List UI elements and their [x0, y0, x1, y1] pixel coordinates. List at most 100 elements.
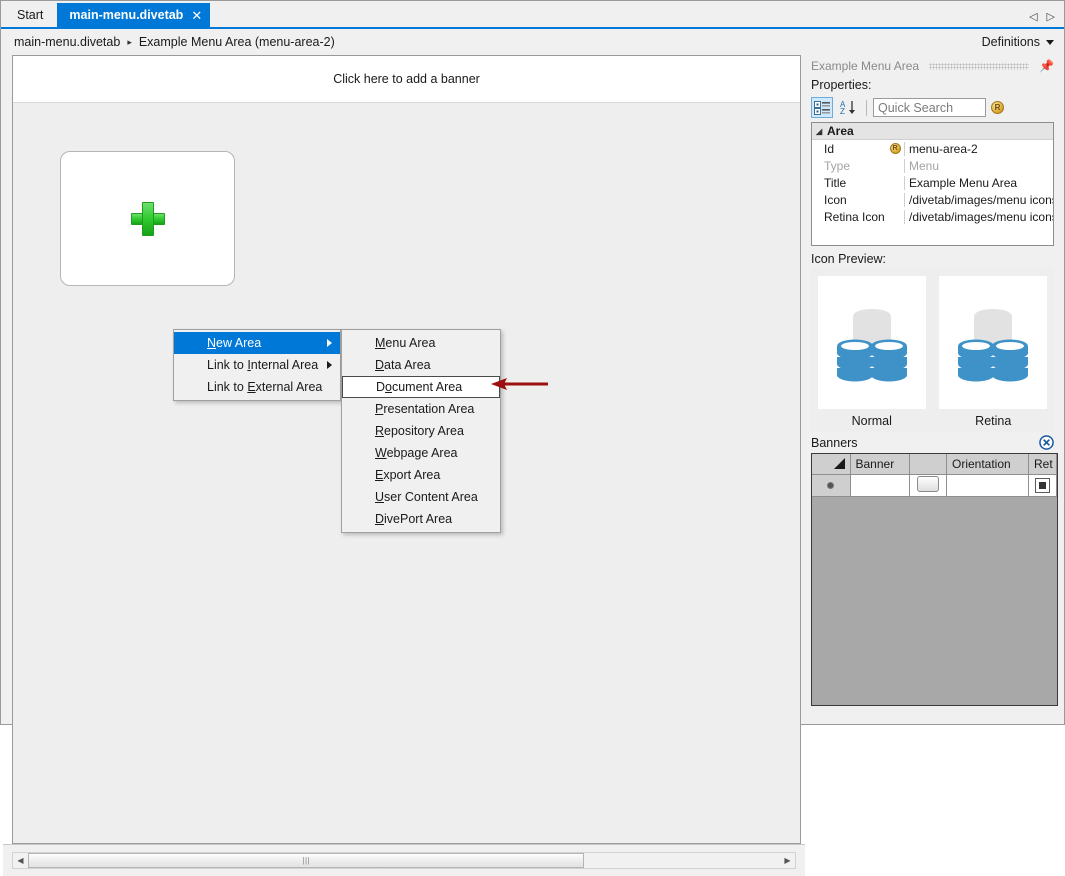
submenu-item-user-content-area-label: User Content Area [375, 486, 478, 508]
submenu-item-webpage-area[interactable]: Webpage Area [342, 442, 500, 464]
banners-header: Banners [805, 432, 1060, 453]
chevron-right-icon [327, 339, 332, 347]
context-menu-item-link-internal[interactable]: Link to Internal Area [174, 354, 340, 376]
icon-preview-label: Icon Preview: [805, 246, 1060, 268]
breadcrumb-root[interactable]: main-menu.divetab [14, 35, 120, 49]
banners-col-banner[interactable]: Banner [850, 454, 910, 474]
breadcrumb-current[interactable]: Example Menu Area (menu-area-2) [139, 35, 335, 49]
panel-drag-handle[interactable] [929, 63, 1029, 70]
tab-start-label: Start [17, 8, 43, 22]
banners-col-retina[interactable]: Ret [1029, 454, 1057, 474]
categorize-icon[interactable] [811, 97, 833, 118]
properties-side-panel: Example Menu Area 📌 Properties: [805, 55, 1062, 722]
banners-table: Banner Orientation Ret [811, 453, 1058, 706]
collapse-triangle-icon[interactable]: ◢ [816, 127, 825, 136]
chevron-right-icon [327, 361, 332, 369]
scroll-thumb[interactable]: ||| [28, 853, 584, 868]
banner-drop-zone[interactable]: Click here to add a banner [13, 56, 800, 103]
banner-placeholder-label: Click here to add a banner [333, 72, 480, 86]
icon-preview-box: Normal [811, 268, 1054, 432]
submenu-item-export-area-label: Export Area [375, 464, 440, 486]
tab-main-menu-divetab-label: main-menu.divetab [69, 3, 183, 27]
submenu-item-user-content-area[interactable]: User Content Area [342, 486, 500, 508]
database-stack-icon [939, 276, 1047, 409]
select-all-triangle-icon[interactable] [834, 458, 845, 469]
submenu-item-diveport-area-label: DivePort Area [375, 508, 452, 530]
icon-preview-retina: Retina [939, 276, 1047, 428]
banner-value-cell[interactable] [850, 474, 910, 496]
sort-alphabetical-icon[interactable]: A Z [838, 97, 860, 118]
property-row-retina-icon[interactable]: Retina Icon /divetab/images/menu icons/1… [812, 208, 1053, 225]
close-icon[interactable]: ✕ [191, 9, 202, 22]
context-menu-item-new-area[interactable]: New Area [174, 332, 340, 354]
table-row[interactable] [812, 474, 1057, 496]
canvas-surface[interactable]: New Area Link to Internal Area Link to E… [13, 103, 800, 843]
submenu-item-export-area[interactable]: Export Area [342, 464, 500, 486]
panel-header: Example Menu Area 📌 [805, 55, 1060, 75]
id-badge-icon: R [890, 143, 901, 154]
chevron-left-icon[interactable]: ◁ [1029, 12, 1037, 23]
toolbar-divider [866, 100, 867, 116]
property-row-id[interactable]: Id R menu-area-2 [812, 140, 1053, 157]
property-group-label: Area [827, 124, 854, 138]
close-circle-icon[interactable] [1039, 435, 1054, 450]
submenu-item-diveport-area[interactable]: DivePort Area [342, 508, 500, 530]
add-area-tile[interactable] [60, 151, 235, 286]
table-empty-area [812, 496, 1057, 666]
property-group-area[interactable]: ◢ Area [812, 123, 1053, 140]
submenu-item-repository-area[interactable]: Repository Area [342, 420, 500, 442]
property-row-title[interactable]: Title Example Menu Area [812, 174, 1053, 191]
submenu-item-document-area-label: Document Area [376, 376, 462, 398]
context-menu: New Area Link to Internal Area Link to E… [173, 329, 341, 401]
context-menu-item-link-external[interactable]: Link to External Area [174, 376, 340, 398]
retina-checkbox[interactable] [1035, 478, 1050, 493]
horizontal-scroll-zone: ◀ ||| ▶ [3, 844, 805, 876]
property-name-type: Type [812, 159, 886, 173]
property-value-title[interactable]: Example Menu Area [904, 176, 1053, 190]
property-name-id: Id [812, 142, 886, 156]
submenu-item-data-area-label: Data Area [375, 354, 431, 376]
search-input[interactable] [873, 98, 986, 117]
tab-start[interactable]: Start [1, 3, 57, 27]
submenu-item-document-area[interactable]: Document Area [342, 376, 500, 398]
tab-main-menu-divetab[interactable]: main-menu.divetab ✕ [57, 3, 210, 27]
chevron-right-icon[interactable]: ▷ [1047, 12, 1055, 23]
scroll-left-icon[interactable]: ◀ [13, 856, 28, 865]
design-canvas-panel: Click here to add a banner New Area [12, 55, 801, 844]
scroll-track[interactable]: ||| [28, 853, 780, 868]
properties-section-label: Properties: [805, 75, 1060, 95]
property-value-icon[interactable]: /divetab/images/menu icons/12.png [904, 193, 1053, 207]
scroll-right-icon[interactable]: ▶ [780, 856, 795, 865]
submenu-item-presentation-area-label: Presentation Area [375, 398, 474, 420]
banner-browse-cell[interactable] [910, 474, 947, 496]
help-badge-icon[interactable]: R [991, 101, 1004, 114]
submenu-item-data-area[interactable]: Data Area [342, 354, 500, 376]
definitions-label: Definitions [982, 35, 1040, 49]
property-value-retina-icon[interactable]: /divetab/images/menu icons/12.png [904, 210, 1053, 224]
submenu-item-menu-area[interactable]: Menu Area [342, 332, 500, 354]
browse-button[interactable] [917, 476, 939, 492]
context-menu-item-link-external-label: Link to External Area [207, 376, 322, 398]
banners-col-selector[interactable] [812, 454, 850, 474]
database-stack-icon [818, 276, 926, 409]
banners-table-header-row: Banner Orientation Ret [812, 454, 1057, 474]
property-row-icon[interactable]: Icon /divetab/images/menu icons/12.png [812, 191, 1053, 208]
submenu-item-presentation-area[interactable]: Presentation Area [342, 398, 500, 420]
row-selector-cell[interactable] [812, 474, 850, 496]
scroll-grip-icon: ||| [302, 856, 310, 865]
chevron-down-icon [1046, 40, 1054, 45]
panel-header-title: Example Menu Area [811, 59, 919, 73]
icon-preview-normal: Normal [818, 276, 926, 428]
property-name-icon: Icon [812, 193, 886, 207]
retina-checkbox-cell[interactable] [1029, 474, 1057, 496]
banners-col-browse[interactable] [910, 454, 947, 474]
banners-col-orientation[interactable]: Orientation [947, 454, 1029, 474]
definitions-menu-button[interactable]: Definitions [982, 35, 1054, 49]
tab-nav-controls: ◁ ▷ [1029, 12, 1064, 27]
property-value-id[interactable]: menu-area-2 [904, 142, 1053, 156]
breadcrumb: main-menu.divetab ▸ Example Menu Area (m… [1, 29, 1064, 55]
pin-icon[interactable]: 📌 [1039, 60, 1054, 72]
horizontal-scrollbar[interactable]: ◀ ||| ▶ [12, 852, 796, 869]
property-badge-icon: R [886, 143, 904, 154]
orientation-value-cell[interactable] [947, 474, 1029, 496]
